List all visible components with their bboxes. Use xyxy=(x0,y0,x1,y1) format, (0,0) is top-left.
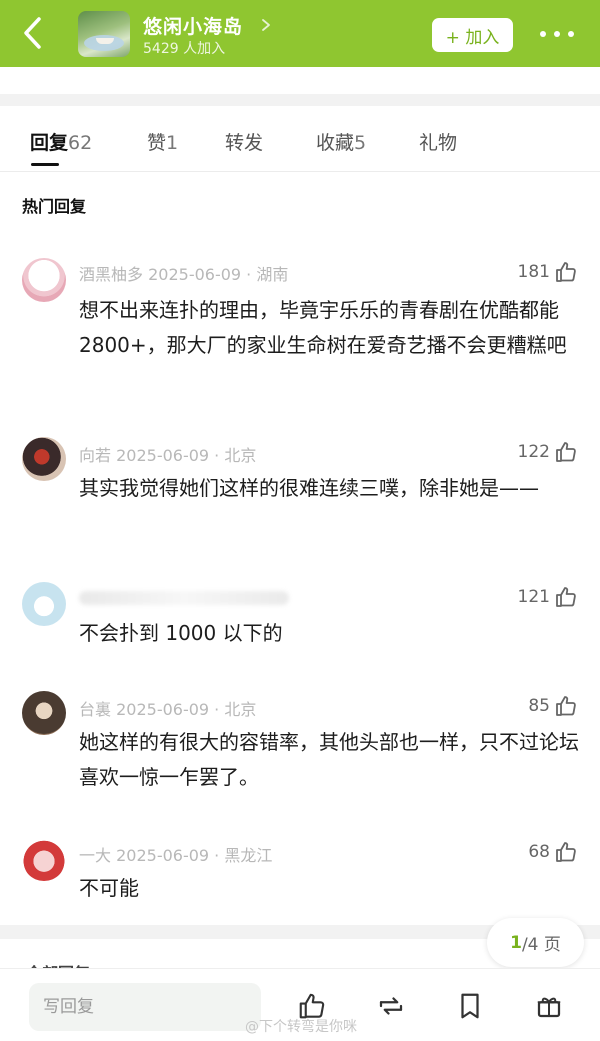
tab-likes[interactable]: 赞1 xyxy=(147,128,178,155)
like-button[interactable]: 181 xyxy=(518,260,578,284)
comment-meta: 向若 2025-06-09 · 北京 xyxy=(79,442,256,466)
like-count: 121 xyxy=(517,587,550,607)
bookmark-icon[interactable] xyxy=(455,991,485,1021)
tab-replies[interactable]: 回复62 xyxy=(30,128,92,155)
thumbs-up-icon xyxy=(556,842,576,862)
comment-author[interactable]: 酒黑柚多 xyxy=(79,265,143,284)
page-indicator[interactable]: 1/4 页 xyxy=(487,918,584,967)
total-pages: /4 页 xyxy=(521,935,561,955)
current-page: 1 xyxy=(510,932,522,953)
gift-icon[interactable] xyxy=(534,991,564,1021)
repost-icon[interactable] xyxy=(376,991,406,1021)
comment-text: 不会扑到 1000 以下的 xyxy=(79,621,283,645)
active-tab-indicator xyxy=(31,163,59,166)
tab-reposts[interactable]: 转发 xyxy=(225,128,263,155)
comment-time-location: 2025-06-09 · 北京 xyxy=(116,700,257,719)
like-button[interactable]: 122 xyxy=(518,440,578,464)
comment-text: 想不出来连扑的理由，毕竟宇乐乐的青春剧在优酷都能 2800+，那大厂的家业生命树… xyxy=(79,298,567,357)
tab-gifts[interactable]: 礼物 xyxy=(419,128,457,155)
comment-meta: 台裏 2025-06-09 · 北京 xyxy=(79,696,256,720)
avatar[interactable] xyxy=(22,258,66,302)
back-button[interactable] xyxy=(16,16,50,50)
group-header: 悠闲小海岛 5429 人加入 + 加入 xyxy=(0,0,600,67)
tabs-divider xyxy=(0,171,600,172)
like-button[interactable]: 68 xyxy=(528,840,578,864)
like-count: 181 xyxy=(517,262,550,282)
watermark: @下个转弯是你咪 xyxy=(245,1019,357,1035)
comment-author[interactable]: 向若 xyxy=(79,446,111,465)
like-count: 85 xyxy=(528,696,550,716)
avatar[interactable] xyxy=(22,691,66,735)
avatar[interactable] xyxy=(22,837,66,881)
back-arrow-icon xyxy=(24,17,41,49)
divider-band xyxy=(0,94,600,106)
comment-time-location: 2025-06-09 · 黑龙江 xyxy=(116,846,273,865)
comment-time-location: 2025-06-09 · 北京 xyxy=(116,446,257,465)
member-count: 5429 人加入 xyxy=(143,41,226,57)
more-icon[interactable] xyxy=(540,22,574,46)
group-avatar[interactable] xyxy=(78,11,130,57)
tab-bar: 回复62 赞1 转发 收藏5 礼物 xyxy=(0,118,600,166)
comment-meta: 一大 2025-06-09 · 黑龙江 xyxy=(79,842,272,866)
group-name[interactable]: 悠闲小海岛 xyxy=(143,12,243,39)
comment-text: 她这样的有很大的容错率，其他头部也一样，只不过论坛喜欢一惊一乍罢了。 xyxy=(79,730,579,789)
thumbs-up-icon xyxy=(556,262,576,282)
comment-time-location: 2025-06-09 · 湖南 xyxy=(148,265,289,284)
thumbs-up-icon xyxy=(556,696,576,716)
tab-favorites[interactable]: 收藏5 xyxy=(316,128,366,155)
hot-replies-title: 热门回复 xyxy=(22,197,87,216)
blurred-meta xyxy=(79,590,289,605)
comment-meta xyxy=(79,587,289,606)
join-button[interactable]: + 加入 xyxy=(432,18,513,52)
comment-author[interactable]: 一大 xyxy=(79,846,111,865)
thumbs-up-icon xyxy=(556,587,576,607)
reply-input[interactable] xyxy=(29,983,261,1031)
comment-author[interactable]: 台裏 xyxy=(79,700,111,719)
comment-meta: 酒黑柚多 2025-06-09 · 湖南 xyxy=(79,261,288,285)
thumbs-up-icon xyxy=(556,442,576,462)
chevron-right-icon[interactable] xyxy=(260,18,272,32)
avatar[interactable] xyxy=(22,582,66,626)
comment-text: 不可能 xyxy=(79,876,139,900)
like-count: 68 xyxy=(528,842,550,862)
like-count: 122 xyxy=(517,442,550,462)
avatar[interactable] xyxy=(22,437,66,481)
comment-text: 其实我觉得她们这样的很难连续三噗，除非她是—— xyxy=(79,476,539,500)
like-button[interactable]: 121 xyxy=(518,585,578,609)
like-button[interactable]: 85 xyxy=(528,694,578,718)
